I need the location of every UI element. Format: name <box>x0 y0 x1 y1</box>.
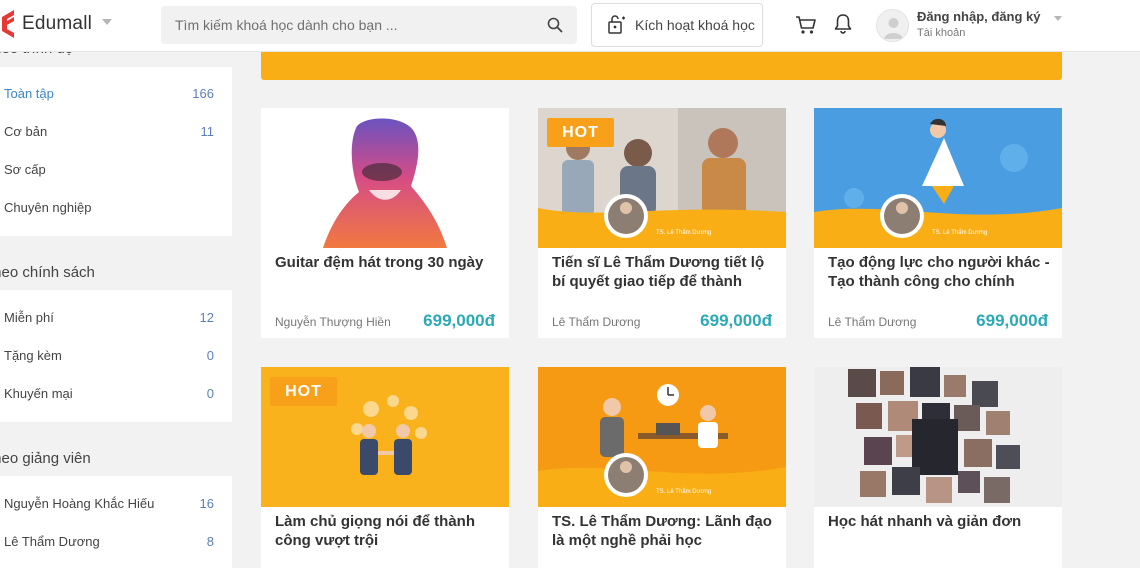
login-register-link[interactable]: Đăng nhập, đăng ký <box>917 9 1041 24</box>
filter-item-label: Cơ bản <box>4 123 48 139</box>
top-header: Edumall Kích hoạt khoá học Đăng <box>0 0 1140 52</box>
course-card[interactable]: Guitar đệm hát trong 30 ngày Nguyễn Thượ… <box>261 108 509 338</box>
hot-badge: HOT <box>270 377 337 406</box>
course-card[interactable]: HOT Làm chủ giọng nói để thành công vượt… <box>261 367 509 568</box>
course-title[interactable]: Tạo động lực cho người khác - Tạo thành … <box>828 253 1050 291</box>
course-title[interactable]: Học hát nhanh và giản đơn <box>828 512 1050 531</box>
filter-item-count: 11 <box>200 123 215 139</box>
course-card[interactable]: TS. Lê Thẩm Dương HOT Tiến sĩ Lê Thẩm Dư… <box>538 108 786 338</box>
filter-heading-policy: Theo chính sách <box>0 264 95 281</box>
filter-item-teacher[interactable]: Lê Thẩm Dương 8 <box>4 530 214 552</box>
filter-teacher-box: Nguyễn Hoàng Khắc Hiếu 16 Lê Thẩm Dương … <box>0 476 232 568</box>
filter-item-count: 0 <box>206 385 214 401</box>
course-author: Lê Thẩm Dương <box>828 315 917 329</box>
activate-course-label: Kích hoạt khoá học <box>635 17 755 33</box>
filter-item-count: 0 <box>206 347 214 363</box>
filter-item-count: 8 <box>206 533 214 549</box>
course-price: 699,000đ <box>976 311 1048 330</box>
account-label: Tài khoản <box>917 27 966 39</box>
filter-item-mien-phi[interactable]: Miễn phí 12 <box>4 306 214 328</box>
chevron-down-icon[interactable] <box>102 19 112 25</box>
cart-icon[interactable] <box>795 14 817 36</box>
course-thumbnail[interactable]: TS. Lê Thẩm Dương <box>814 108 1062 248</box>
filter-policy-box: Miễn phí 12 Tặng kèm 0 Khuyến mại 0 <box>0 290 232 422</box>
filter-item-count: 16 <box>199 495 214 511</box>
user-icon <box>884 18 903 39</box>
course-thumbnail[interactable]: TS. Lê Thẩm Dương HOT <box>538 108 786 248</box>
activate-course-button[interactable]: Kích hoạt khoá học <box>591 3 763 47</box>
edumall-logo-icon <box>2 10 14 38</box>
filter-item-label: Chuyên nghiệp <box>4 199 92 215</box>
thumbnail-caption: TS. Lê Thẩm Dương <box>932 229 987 236</box>
filter-item-count: 12 <box>199 309 214 325</box>
filter-item-chuyen-nghiep[interactable]: Chuyên nghiệp <box>4 196 214 218</box>
key-lock-icon <box>608 15 625 34</box>
course-thumbnail[interactable]: TS. Lê Thẩm Dương <box>538 367 786 507</box>
filter-item-khuyen-mai[interactable]: Khuyến mại 0 <box>4 382 214 404</box>
filter-item-label: Toàn tập <box>4 85 54 101</box>
course-thumbnail[interactable]: HOT <box>261 367 509 507</box>
course-title[interactable]: TS. Lê Thẩm Dương: Lãnh đạo là một nghề … <box>552 512 774 550</box>
course-card[interactable]: TS. Lê Thẩm Dương Tạo động lực cho người… <box>814 108 1062 338</box>
promo-banner[interactable] <box>261 52 1062 80</box>
course-title[interactable]: Guitar đệm hát trong 30 ngày <box>275 253 497 272</box>
thumbnail-caption: TS. Lê Thẩm Dương <box>656 229 711 236</box>
course-image-leadership-office: TS. Lê Thẩm Dương <box>538 367 786 507</box>
filter-item-label: Nguyễn Hoàng Khắc Hiếu <box>4 495 155 511</box>
course-author: Lê Thẩm Dương <box>552 315 641 329</box>
course-title[interactable]: Làm chủ giọng nói để thành công vượt trộ… <box>275 512 497 550</box>
search-bar <box>161 6 577 44</box>
course-card[interactable]: Học hát nhanh và giản đơn <box>814 367 1062 568</box>
filter-item-teacher[interactable]: Nguyễn Hoàng Khắc Hiếu 16 <box>4 492 214 514</box>
filter-item-so-cap[interactable]: Sơ cấp <box>4 158 214 180</box>
filter-item-label: Miễn phí <box>4 309 54 325</box>
chevron-down-icon[interactable] <box>1054 16 1062 21</box>
search-icon[interactable] <box>547 17 563 33</box>
search-input[interactable] <box>161 6 531 44</box>
filter-item-label: Tặng kèm <box>4 347 62 363</box>
course-image-singers-collage <box>814 367 1062 507</box>
hot-badge: HOT <box>547 118 614 147</box>
filter-item-co-ban[interactable]: Cơ bản 11 <box>4 120 214 142</box>
filter-heading-teacher: Theo giảng viên <box>0 450 91 467</box>
course-card[interactable]: TS. Lê Thẩm Dương TS. Lê Thẩm Dương: Lãn… <box>538 367 786 568</box>
course-thumbnail[interactable] <box>814 367 1062 507</box>
filter-item-tang-kem[interactable]: Tặng kèm 0 <box>4 344 214 366</box>
filter-item-label: Khuyến mại <box>4 385 73 401</box>
course-price: 699,000đ <box>700 311 772 330</box>
filter-item-label: Lê Thẩm Dương <box>4 533 100 549</box>
logo-text: Edumall <box>22 13 93 34</box>
course-image-guitar <box>323 118 447 248</box>
filter-item-toan-tap[interactable]: Toàn tập 166 <box>4 82 214 104</box>
bell-icon[interactable] <box>833 13 853 35</box>
filter-level-box: Toàn tập 166 Cơ bản 11 Sơ cấp Chuyên ngh… <box>0 67 232 236</box>
course-image-rocket-man: TS. Lê Thẩm Dương <box>814 108 1062 248</box>
course-price: 699,000đ <box>423 311 495 330</box>
course-thumbnail[interactable] <box>261 108 509 248</box>
filter-item-label: Sơ cấp <box>4 161 46 177</box>
logo[interactable]: Edumall <box>0 8 92 40</box>
avatar[interactable] <box>876 9 909 42</box>
course-title[interactable]: Tiến sĩ Lê Thẩm Dương tiết lộ bí quyết g… <box>552 253 774 291</box>
course-author: Nguyễn Thượng Hiền <box>275 315 391 329</box>
thumbnail-caption: TS. Lê Thẩm Dương <box>656 488 711 495</box>
filter-item-count: 166 <box>192 85 214 101</box>
